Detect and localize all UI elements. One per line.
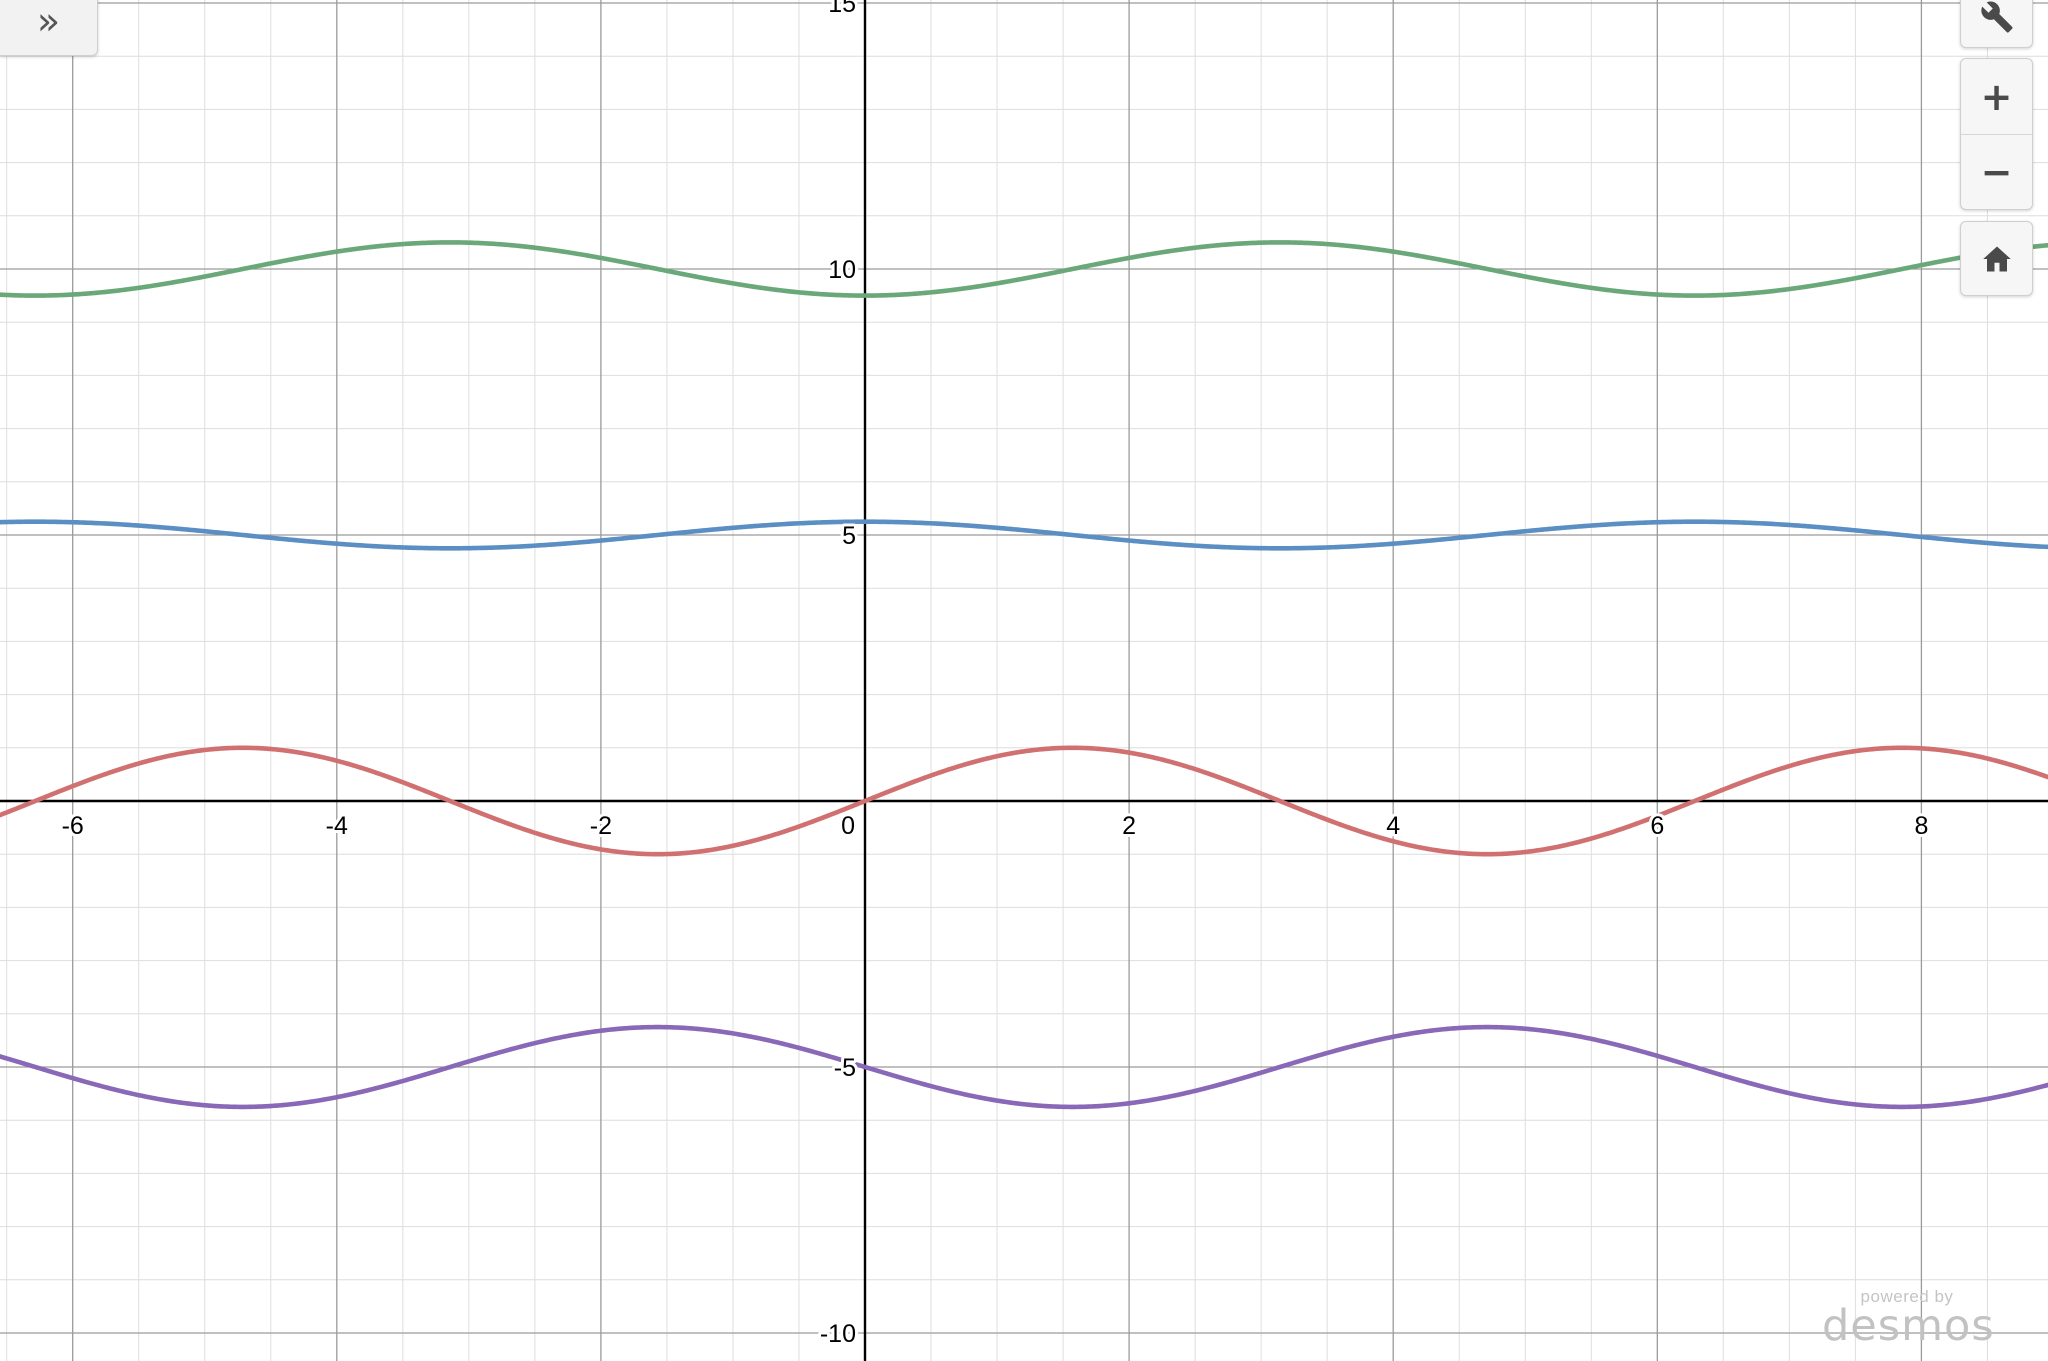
x-tick-label: 6 bbox=[1650, 812, 1664, 840]
x-tick-label: 8 bbox=[1914, 812, 1928, 840]
y-tick-label: 15 bbox=[828, 0, 856, 18]
plus-icon: + bbox=[1980, 74, 2013, 119]
home-icon bbox=[1982, 246, 2011, 271]
double-chevron-right-icon: » bbox=[36, 0, 61, 43]
zoom-in-button[interactable]: + bbox=[1961, 59, 2032, 134]
zoom-controls: + − bbox=[1960, 58, 2033, 210]
x-tick-label: -4 bbox=[326, 812, 348, 840]
graph-paper[interactable]: -6 -4 -2 0 2 4 6 8 15 10 5 -5 -10 bbox=[0, 0, 2048, 1361]
settings-button-inner[interactable] bbox=[1961, 0, 2032, 47]
y-tick-label: 5 bbox=[842, 522, 856, 550]
x-tick-label: -2 bbox=[590, 812, 612, 840]
zoom-out-button[interactable]: − bbox=[1961, 134, 2032, 209]
minus-icon: − bbox=[1980, 150, 2013, 194]
y-tick-label: -5 bbox=[834, 1054, 856, 1082]
graph-settings-button[interactable] bbox=[1960, 0, 2033, 48]
wrench-icon bbox=[1980, 1, 2013, 33]
x-tick-label: -6 bbox=[62, 812, 84, 840]
x-tick-label: 0 bbox=[841, 812, 855, 840]
x-tick-label: 4 bbox=[1386, 812, 1400, 840]
home-button-inner[interactable] bbox=[1961, 222, 2032, 295]
default-viewport-button[interactable] bbox=[1960, 221, 2033, 296]
expand-expression-list-button[interactable]: » bbox=[0, 0, 98, 56]
x-tick-label: 2 bbox=[1122, 812, 1136, 840]
y-tick-label: 10 bbox=[828, 256, 856, 284]
y-tick-label: -10 bbox=[820, 1320, 856, 1348]
